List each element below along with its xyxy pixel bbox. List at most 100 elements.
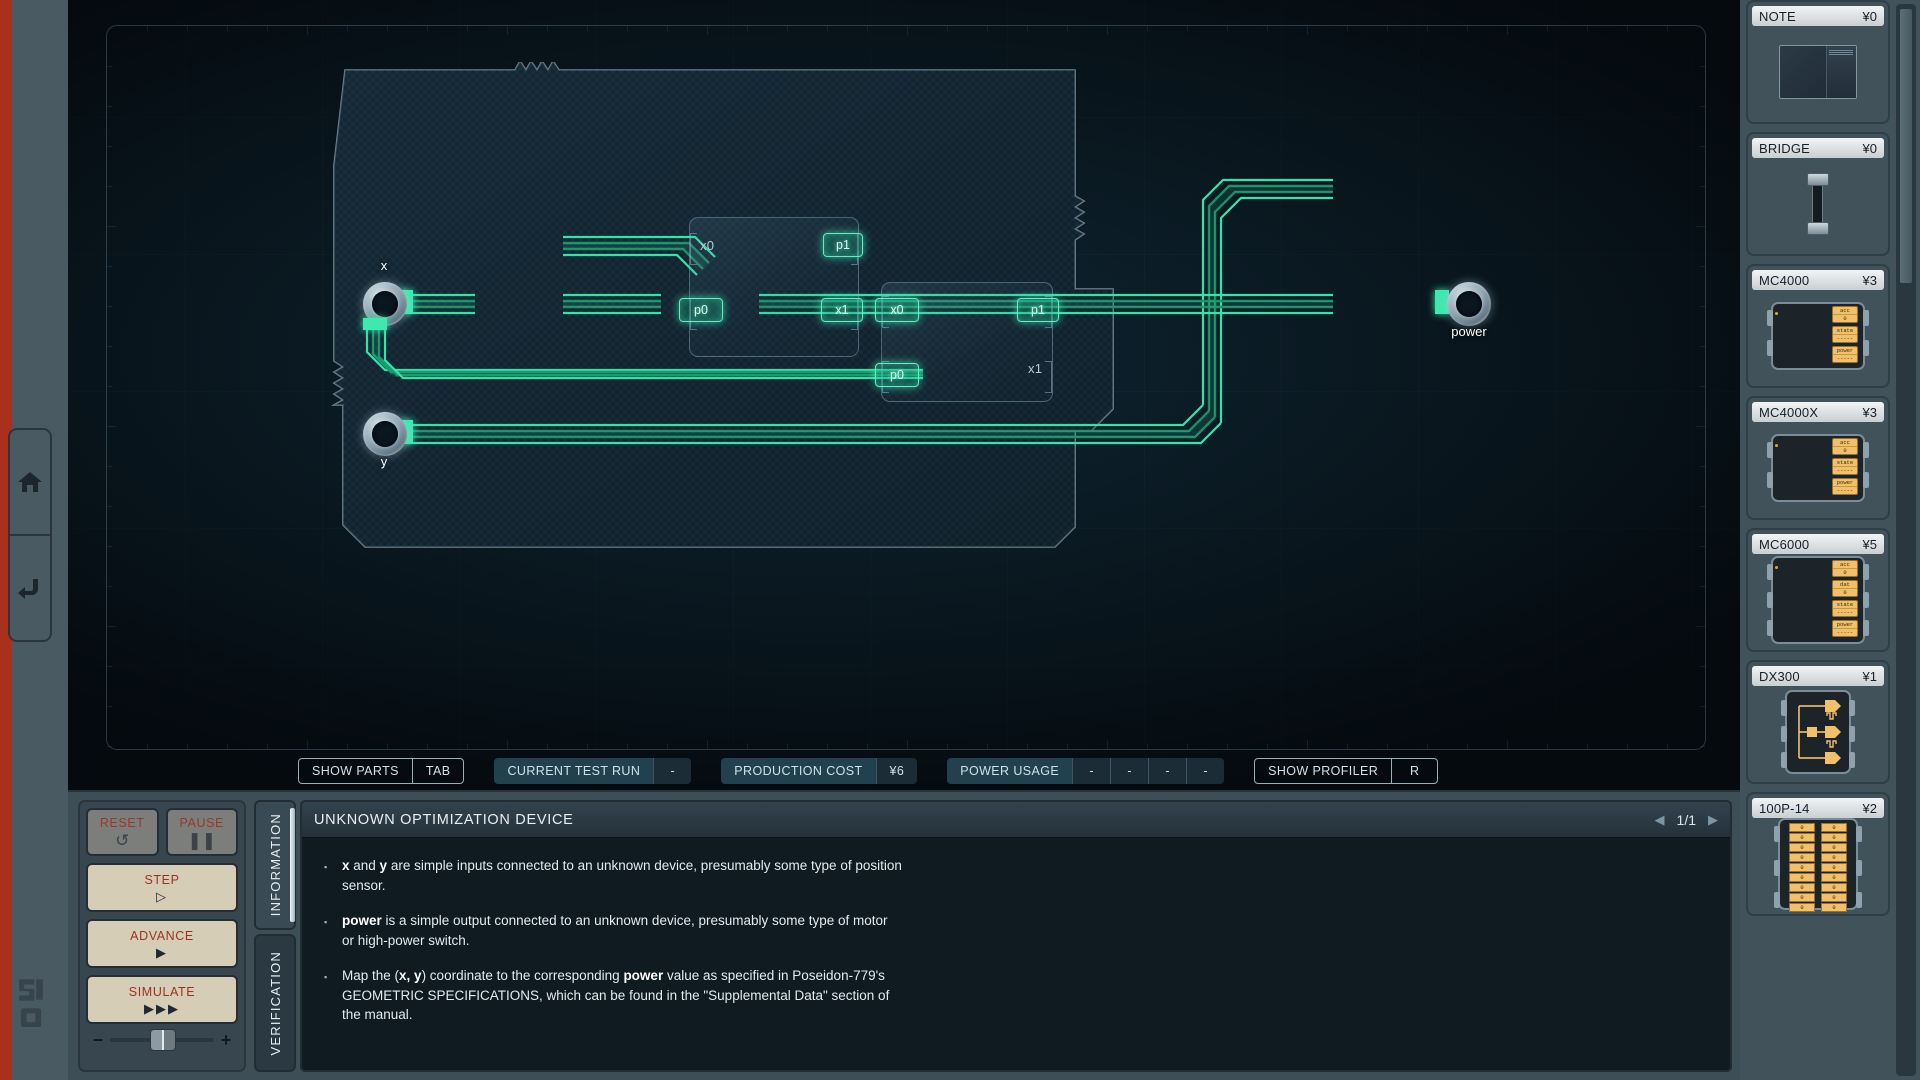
frame-tick — [107, 386, 112, 387]
frame-tick — [867, 744, 868, 749]
100p14-column: 000000000 — [1821, 823, 1847, 908]
module-led — [1775, 566, 1778, 569]
mc4000x-icon: acc0state-----power----- — [1771, 434, 1865, 502]
part-card-mc4000x[interactable]: MC4000X¥3acc0state-----power----- — [1746, 396, 1890, 520]
show-parts-key: TAB — [412, 759, 464, 783]
parts-scrollbar[interactable] — [1896, 4, 1916, 1076]
undo-icon — [16, 576, 44, 600]
undo-button[interactable] — [8, 534, 52, 642]
frame-tick — [707, 740, 708, 749]
frame-tick — [547, 744, 548, 749]
part-name: NOTE — [1759, 9, 1796, 24]
signal-tag-p0-left[interactable]: p0 — [679, 298, 723, 322]
frame-tick — [307, 26, 308, 35]
frame-tick — [1147, 26, 1148, 31]
module-register: power----- — [1832, 620, 1858, 637]
frame-tick — [1587, 744, 1588, 749]
circuit-board-stage[interactable]: x0 x1 p1 p0 x1 x0 p0 p1 — [68, 0, 1740, 790]
power-usage-label: POWER USAGE — [947, 758, 1072, 784]
step-button[interactable]: STEP ▷ — [86, 863, 238, 912]
part-card-bridge[interactable]: BRIDGE¥0 — [1746, 132, 1890, 256]
show-profiler-button[interactable]: SHOW PROFILER R — [1254, 758, 1438, 784]
module-pin-right — [1849, 726, 1855, 742]
information-bullet-text: Map the (x, y) coordinate to the corresp… — [342, 966, 902, 1025]
port-y[interactable] — [363, 412, 407, 456]
speed-increase-icon[interactable]: + — [214, 1030, 238, 1051]
module-pin-right — [1863, 564, 1869, 580]
power-usage-value-3: - — [1148, 758, 1186, 784]
step-play-icon: ▷ — [156, 890, 168, 903]
signal-tag-p1-left[interactable]: p1 — [823, 233, 863, 257]
module-register-value: ----- — [1833, 487, 1857, 494]
frame-tick — [1700, 266, 1705, 267]
part-card-mc6000[interactable]: MC6000¥5acc0dat0state-----power----- — [1746, 528, 1890, 652]
home-button[interactable] — [8, 428, 52, 536]
part-card-mc4000[interactable]: MC4000¥3acc0state-----power----- — [1746, 264, 1890, 388]
emphasis-text: power — [623, 968, 663, 983]
signal-tag-p0-right[interactable]: p0 — [875, 363, 919, 387]
signal-tag-x1[interactable]: x1 — [821, 298, 863, 322]
pcb-assembly[interactable]: x0 x1 p1 p0 x1 x0 p0 p1 — [323, 62, 1333, 572]
next-page-icon[interactable]: ▶ — [1708, 812, 1718, 828]
module-register-value: ----- — [1833, 467, 1857, 474]
100p14-icon: 000000000000000000 — [1778, 818, 1858, 910]
tab-verification[interactable]: VERIFICATION — [254, 934, 296, 1072]
bullet-marker-icon: ▪ — [324, 911, 342, 950]
module-pin-right — [1856, 860, 1862, 876]
frame-tick — [1700, 106, 1705, 107]
frame-tick — [1627, 744, 1628, 749]
frame-tick — [1547, 744, 1548, 749]
100p14-cell: 0 — [1821, 893, 1847, 902]
frame-tick — [907, 740, 908, 749]
part-name: 100P-14 — [1759, 801, 1810, 816]
reset-button[interactable]: RESET ↺ — [86, 808, 159, 856]
frame-tick — [787, 26, 788, 31]
shenzhen-io-logo-icon — [14, 975, 48, 1033]
part-card-dx300[interactable]: DX300¥1 — [1746, 660, 1890, 784]
speed-decrease-icon[interactable]: − — [86, 1030, 110, 1051]
advance-button[interactable]: ADVANCE ▶ — [86, 919, 238, 968]
frame-tick — [187, 744, 188, 749]
body-text: ) coordinate to the corresponding — [422, 968, 624, 983]
100p14-column: 000000000 — [1789, 823, 1815, 908]
frame-tick — [387, 26, 388, 31]
shenzhen-io-window: x0 x1 p1 p0 x1 x0 p0 p1 — [0, 0, 1920, 1080]
signal-tag-p1-right[interactable]: p1 — [1017, 298, 1059, 322]
part-card-100p-14[interactable]: 100P-14¥2000000000000000000 — [1746, 792, 1890, 916]
speed-slider-track[interactable] — [110, 1038, 214, 1042]
module-pin-right — [1863, 442, 1869, 458]
port-power[interactable] — [1447, 282, 1491, 326]
frame-tick — [1696, 226, 1705, 227]
simulate-button[interactable]: SIMULATE ▶▶▶ — [86, 975, 238, 1024]
show-parts-button[interactable]: SHOW PARTS TAB — [298, 758, 464, 784]
frame-tick — [587, 744, 588, 749]
speed-slider[interactable]: − + — [86, 1029, 238, 1051]
frame-tick — [1627, 26, 1628, 31]
frame-tick — [107, 666, 112, 667]
part-card-note[interactable]: NOTE¥0 — [1746, 0, 1890, 124]
100p14-cell: 0 — [1821, 853, 1847, 862]
speed-slider-knob[interactable] — [150, 1029, 176, 1051]
prev-page-icon[interactable]: ◀ — [1655, 812, 1665, 828]
module-register-value: 0 — [1833, 447, 1857, 454]
frame-tick — [1700, 586, 1705, 587]
parts-scrollbar-thumb[interactable] — [1899, 8, 1913, 284]
part-header: MC4000¥3 — [1752, 270, 1884, 290]
frame-tick — [227, 744, 228, 749]
signal-tag-x0[interactable]: x0 — [875, 298, 919, 322]
module-pin-left — [1767, 564, 1773, 580]
pause-button[interactable]: PAUSE ❚❚ — [166, 808, 239, 856]
part-cost: ¥1 — [1863, 669, 1877, 684]
part-header: 100P-14¥2 — [1752, 798, 1884, 818]
part-cost: ¥5 — [1863, 537, 1877, 552]
power-usage-value-4: - — [1186, 758, 1224, 784]
frame-tick — [227, 26, 228, 31]
frame-tick — [747, 744, 748, 749]
part-cost: ¥3 — [1863, 405, 1877, 420]
part-artwork: acc0state-----power----- — [1752, 290, 1884, 382]
frame-tick — [1067, 26, 1068, 31]
part-artwork — [1752, 686, 1884, 778]
bullet-marker-icon: ▪ — [324, 966, 342, 1025]
frame-tick — [107, 706, 112, 707]
frame-tick — [107, 106, 112, 107]
